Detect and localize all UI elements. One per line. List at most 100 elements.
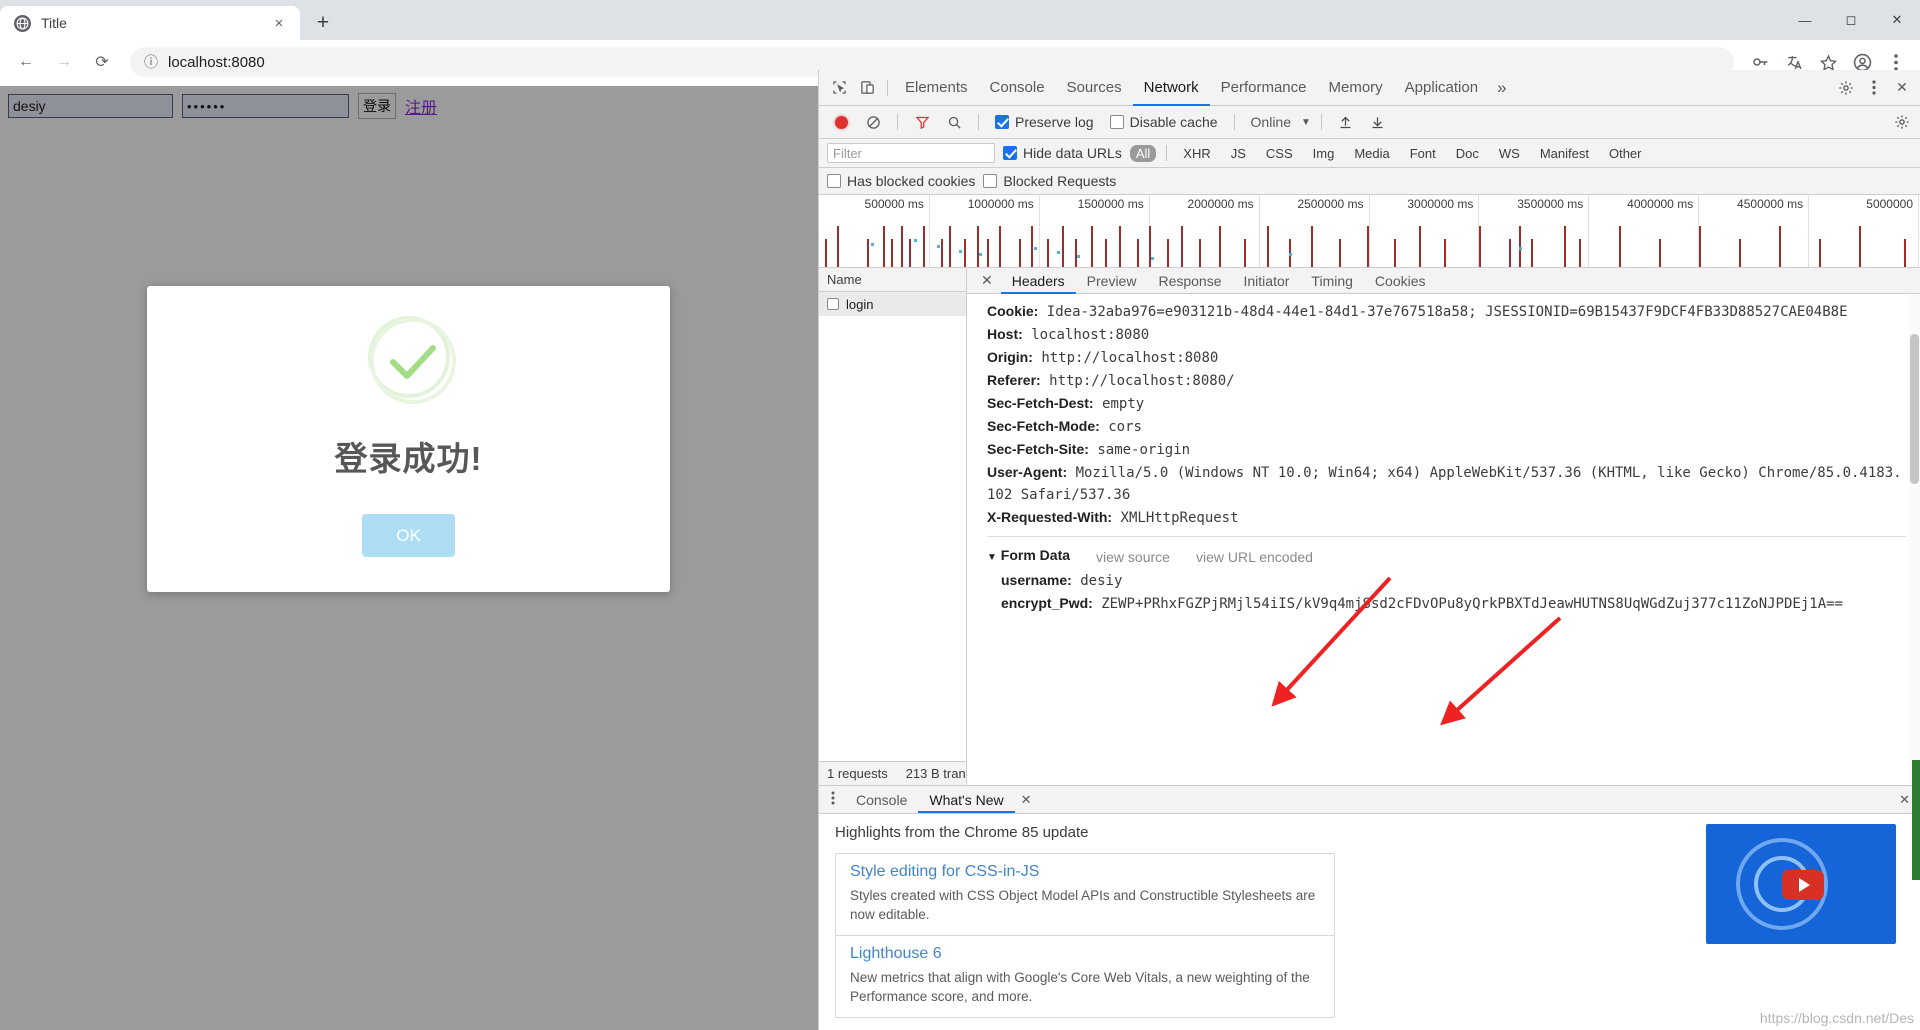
- reload-icon[interactable]: ⟳: [84, 44, 120, 80]
- type-filter-other[interactable]: Other: [1603, 145, 1648, 162]
- funnel-icon[interactable]: [908, 108, 936, 136]
- view-url-encoded-link[interactable]: view URL encoded: [1196, 546, 1313, 568]
- type-filter-doc[interactable]: Doc: [1450, 145, 1485, 162]
- drawer-tab-close-icon[interactable]: ✕: [1021, 792, 1032, 808]
- form-field-name: encrypt_Pwd:: [1001, 595, 1093, 611]
- drawer-tab-whats-new[interactable]: What's New: [918, 787, 1014, 813]
- detail-tab-initiator[interactable]: Initiator: [1233, 268, 1301, 294]
- type-filter-all[interactable]: All: [1129, 144, 1157, 162]
- whats-new-card[interactable]: Lighthouse 6 New metrics that align with…: [835, 935, 1335, 1018]
- detail-tab-response[interactable]: Response: [1147, 268, 1232, 294]
- close-window-icon[interactable]: ✕: [1874, 0, 1920, 40]
- tab-overflow-button[interactable]: »: [1489, 78, 1514, 98]
- username-input[interactable]: desiy: [8, 94, 173, 118]
- view-source-link[interactable]: view source: [1096, 546, 1170, 568]
- header-value: Idea-32aba976=e903121b-48d4-44e1-84d1-37…: [1046, 304, 1848, 320]
- request-checkbox[interactable]: [827, 298, 839, 310]
- back-icon[interactable]: ←: [8, 44, 44, 80]
- play-icon[interactable]: [1782, 870, 1824, 900]
- tab-performance[interactable]: Performance: [1210, 70, 1318, 106]
- register-link[interactable]: 注册: [405, 94, 437, 118]
- type-filter-media[interactable]: Media: [1348, 145, 1395, 162]
- filter-input[interactable]: Filter: [827, 143, 995, 163]
- timeline-marker: [1057, 251, 1060, 254]
- request-row-login[interactable]: login: [819, 292, 966, 316]
- detail-close-icon[interactable]: ✕: [973, 272, 1001, 289]
- chevron-down-icon[interactable]: ▼: [1301, 117, 1311, 128]
- whats-new-video-thumbnail[interactable]: [1706, 824, 1896, 944]
- ok-button[interactable]: OK: [362, 514, 455, 557]
- chevron-down-icon[interactable]: ▼: [987, 552, 997, 563]
- has-blocked-cookies-checkbox[interactable]: [827, 174, 841, 188]
- header-name: User-Agent:: [987, 464, 1068, 480]
- form-field-name: username:: [1001, 572, 1072, 588]
- throttle-select[interactable]: Online: [1245, 114, 1297, 130]
- detail-tab-cookies[interactable]: Cookies: [1364, 268, 1437, 294]
- detail-tab-headers[interactable]: Headers: [1001, 268, 1076, 294]
- card-title[interactable]: Style editing for CSS-in-JS: [850, 863, 1320, 881]
- preserve-log-checkbox[interactable]: [995, 115, 1009, 129]
- close-icon[interactable]: ×: [268, 12, 290, 34]
- request-name-column-header[interactable]: Name: [819, 268, 966, 292]
- minimize-icon[interactable]: —: [1782, 0, 1828, 40]
- detail-tab-preview[interactable]: Preview: [1076, 268, 1148, 294]
- browser-tab[interactable]: Title ×: [0, 6, 300, 40]
- request-bar: [1119, 226, 1121, 267]
- search-icon[interactable]: [940, 108, 968, 136]
- filter-row: Filter Hide data URLs All XHR JS CSS Img…: [819, 139, 1920, 168]
- upload-arrow-icon[interactable]: [1332, 108, 1360, 136]
- request-bar: [1149, 226, 1151, 267]
- tab-console[interactable]: Console: [979, 70, 1056, 106]
- type-filter-ws[interactable]: WS: [1493, 145, 1526, 162]
- tab-application[interactable]: Application: [1394, 70, 1489, 106]
- blocked-requests-checkbox[interactable]: [983, 174, 998, 188]
- disable-cache-control[interactable]: Disable cache: [1104, 114, 1224, 130]
- gear-icon[interactable]: [1832, 74, 1860, 102]
- site-info-icon[interactable]: ⓘ: [144, 52, 158, 72]
- download-arrow-icon[interactable]: [1364, 108, 1392, 136]
- form-data-section-header[interactable]: ▼ Form Data view source view URL encoded: [987, 536, 1906, 569]
- login-button[interactable]: 登录: [358, 93, 396, 119]
- network-overview-timeline[interactable]: 500000 ms 1000000 ms 1500000 ms 2000000 ms 2…: [819, 195, 1920, 268]
- request-bar: [1819, 239, 1821, 267]
- type-filter-css[interactable]: CSS: [1260, 145, 1299, 162]
- disable-cache-checkbox[interactable]: [1109, 115, 1124, 129]
- more-vertical-icon[interactable]: [1860, 74, 1888, 102]
- has-blocked-cookies-control[interactable]: Has blocked cookies: [827, 173, 975, 189]
- record-dot-icon[interactable]: [827, 108, 855, 136]
- whats-new-card[interactable]: Style editing for CSS-in-JS Styles creat…: [835, 853, 1335, 936]
- request-bar: [909, 239, 911, 267]
- drawer-tab-console[interactable]: Console: [845, 787, 918, 813]
- type-filter-manifest[interactable]: Manifest: [1534, 145, 1595, 162]
- type-filter-js[interactable]: JS: [1225, 145, 1252, 162]
- password-input[interactable]: ••••••: [182, 94, 349, 118]
- tab-network[interactable]: Network: [1133, 70, 1210, 106]
- type-filter-xhr[interactable]: XHR: [1177, 145, 1216, 162]
- preserve-log-control[interactable]: Preserve log: [989, 114, 1100, 130]
- tab-memory[interactable]: Memory: [1318, 70, 1394, 106]
- tab-sources[interactable]: Sources: [1056, 70, 1133, 106]
- card-title[interactable]: Lighthouse 6: [850, 945, 1320, 963]
- clear-circle-icon[interactable]: [859, 108, 887, 136]
- cursor-inspect-icon[interactable]: [825, 74, 853, 102]
- new-tab-button[interactable]: +: [306, 8, 340, 38]
- devtools-close-icon[interactable]: ✕: [1888, 74, 1916, 102]
- type-filter-img[interactable]: Img: [1307, 145, 1341, 162]
- type-filter-font[interactable]: Font: [1404, 145, 1442, 162]
- network-settings-gear-icon[interactable]: [1888, 108, 1916, 136]
- headers-scrollbar[interactable]: [1909, 294, 1920, 785]
- forward-icon[interactable]: →: [46, 44, 82, 80]
- header-name: Cookie:: [987, 303, 1039, 319]
- hide-data-urls-control[interactable]: Hide data URLs: [1003, 145, 1122, 161]
- header-sec-fetch-site: Sec-Fetch-Site: same-origin: [987, 438, 1906, 461]
- blocked-requests-control[interactable]: Blocked Requests: [983, 173, 1116, 189]
- hide-data-urls-checkbox[interactable]: [1003, 146, 1017, 160]
- maximize-icon[interactable]: ◻: [1828, 0, 1874, 40]
- detail-tab-timing[interactable]: Timing: [1300, 268, 1364, 294]
- more-vertical-icon[interactable]: [827, 791, 845, 809]
- device-toggle-icon[interactable]: [853, 74, 881, 102]
- tab-elements[interactable]: Elements: [894, 70, 979, 106]
- scrollbar-thumb[interactable]: [1910, 334, 1919, 484]
- timeline-marker: [1077, 255, 1080, 258]
- timeline-bars: [819, 195, 1920, 267]
